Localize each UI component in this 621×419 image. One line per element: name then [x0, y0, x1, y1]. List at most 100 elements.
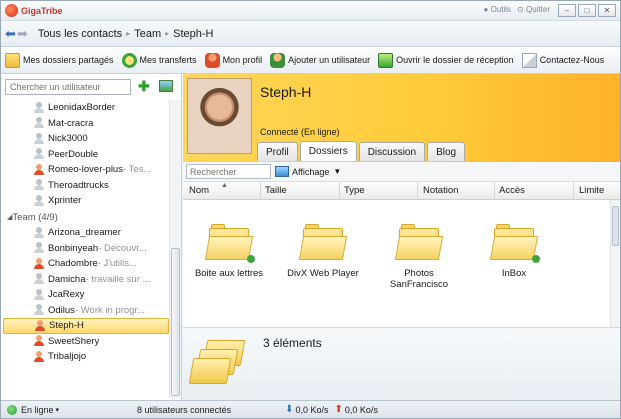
column-rating[interactable]: Notation	[423, 185, 458, 196]
tab-profil[interactable]: Profil	[257, 142, 298, 161]
view-icon	[275, 166, 289, 177]
user-name: Mat-cracra	[48, 117, 94, 129]
tab-discussion[interactable]: Discussion	[358, 142, 426, 161]
user-row[interactable]: JcaRexy	[3, 287, 169, 303]
online-status[interactable]: En ligne ▾	[7, 404, 60, 415]
transfer-rates: ⬇ 0,0 Ko/s ⬆ 0,0 Ko/s	[285, 404, 378, 415]
sort-ascending-icon: ▲	[221, 182, 228, 189]
user-row[interactable]: Romeo-lover-plus - Tes...	[3, 162, 169, 178]
user-name: Theroadtrucks	[48, 179, 109, 191]
maximize-button[interactable]: □	[578, 4, 596, 17]
online-status-icon	[7, 404, 17, 415]
folder-label: InBox	[501, 268, 527, 279]
user-list: LeonidaxBorder Mat-cracra Nick3000 PeerDoub…	[3, 100, 169, 398]
toolbar-open-folder-button[interactable]: Ouvrir le dossier de réception	[378, 52, 514, 68]
files-search-input[interactable]	[186, 164, 271, 179]
add-contact-icon[interactable]: ✚	[138, 79, 150, 93]
tab-dossiers[interactable]: Dossiers	[299, 141, 357, 161]
download-arrow-icon: ⬇	[285, 404, 294, 415]
breadcrumb-item[interactable]: Tous les contacts	[38, 28, 122, 40]
user-row[interactable]: Chadombre - J'utilis...	[3, 256, 169, 272]
group-header[interactable]: ◢ Team (4/9)	[3, 210, 169, 226]
toolbar-add-user-button[interactable]: Ajouter un utilisateur	[270, 52, 370, 68]
user-row[interactable]: Mat-cracra	[3, 116, 169, 132]
user-row[interactable]: Theroadtrucks	[3, 178, 169, 194]
toolbar-transfers-button[interactable]: Mes transferts	[121, 52, 197, 68]
forward-arrow-icon[interactable]: ➡	[17, 26, 28, 42]
toolbar-shared-folders-button[interactable]: Mes dossiers partagés	[5, 52, 114, 68]
folder-item[interactable]: Boite aux lettres	[189, 224, 269, 279]
folder-label: Boite aux lettres	[194, 268, 264, 279]
back-arrow-icon[interactable]: ⬅	[5, 26, 16, 42]
user-name: Nick3000	[48, 133, 88, 145]
profile-header: Steph-H Connecté (En ligne) Profil Dossi…	[183, 74, 620, 162]
user-avatar-icon	[33, 288, 45, 301]
tools-menu[interactable]: ● Outils	[484, 5, 512, 14]
column-name[interactable]: Nom	[189, 185, 209, 196]
profile-status: Connecté (En ligne)	[260, 127, 340, 137]
user-row[interactable]: Xprinter	[3, 193, 169, 209]
app-logo: GigaTribe	[5, 4, 63, 17]
user-row[interactable]: LeonidaxBorder	[3, 100, 169, 116]
folder-item[interactable]: Photos SanFrancisco	[379, 224, 459, 290]
minimize-button[interactable]: –	[558, 4, 576, 17]
online-status-label: En ligne	[21, 404, 54, 415]
folder-item[interactable]: InBox	[474, 224, 554, 279]
user-name: SweetShery	[48, 335, 100, 347]
sidebar-scrollbar[interactable]	[169, 100, 181, 398]
scrollbar-thumb[interactable]	[171, 248, 180, 396]
column-size[interactable]: Taille	[265, 185, 287, 196]
user-name: Damicha	[48, 273, 86, 285]
picture-icon[interactable]	[159, 80, 173, 92]
scrollbar-thumb[interactable]	[612, 206, 619, 246]
folder-label: Photos SanFrancisco	[389, 268, 449, 290]
breadcrumb-item[interactable]: Steph-H	[173, 28, 213, 40]
contact-icon	[521, 52, 537, 68]
user-name: Bonbinyeah	[48, 242, 99, 254]
user-row[interactable]: PeerDouble	[3, 147, 169, 163]
toolbar-label: Mon profil	[222, 55, 263, 65]
column-access[interactable]: Accès	[499, 185, 525, 196]
view-dropdown[interactable]: Affichage ▼	[275, 166, 341, 177]
column-divider[interactable]	[417, 182, 418, 200]
tab-blog[interactable]: Blog	[427, 142, 466, 161]
view-label: Affichage	[292, 166, 330, 177]
files-toolbar: Affichage ▼	[183, 162, 620, 182]
system-menu: ● Outils ⊙ Quitter	[484, 5, 550, 14]
navigation-bar: ⬅ ➡ Tous les contacts ▸ Team ▸ Steph-H	[1, 21, 620, 47]
user-avatar-icon	[33, 148, 45, 160]
user-avatar-icon	[33, 226, 45, 239]
user-name: Odilus	[48, 304, 75, 316]
user-row[interactable]: Nick3000	[3, 131, 169, 147]
column-divider[interactable]	[260, 182, 261, 200]
files-scrollbar[interactable]	[610, 200, 620, 327]
folder-item[interactable]: DivX Web Player	[283, 224, 363, 279]
column-type[interactable]: Type	[344, 185, 365, 196]
download-rate: 0,0 Ko/s	[295, 404, 329, 415]
close-button[interactable]: ✕	[598, 4, 616, 17]
user-search-input[interactable]	[5, 79, 131, 95]
breadcrumb-item[interactable]: Team	[134, 28, 161, 40]
user-row[interactable]: Odilus - Work in progr...	[3, 303, 169, 319]
toolbar-label: Contactez-Nous	[539, 55, 605, 65]
user-row[interactable]: Damicha - travaille sur ...	[3, 272, 169, 288]
status-bar: En ligne ▾ 8 utilisateurs connectés ⬇ 0,…	[1, 400, 620, 418]
toolbar-contact-button[interactable]: Contactez-Nous	[521, 52, 605, 68]
user-row[interactable]: Bonbinyeah - Découvr...	[3, 241, 169, 257]
user-row[interactable]: Tribaljojo	[3, 349, 169, 365]
user-row[interactable]: Steph-H	[3, 318, 169, 334]
toolbar-profile-button[interactable]: Mon profil	[204, 52, 263, 68]
column-limit[interactable]: Limite	[579, 185, 604, 196]
quit-menu[interactable]: ⊙ Quitter	[517, 5, 550, 14]
column-divider[interactable]	[573, 182, 574, 200]
column-divider[interactable]	[494, 182, 495, 200]
user-avatar-icon	[33, 194, 45, 207]
profile-icon	[204, 52, 220, 68]
column-divider[interactable]	[339, 182, 340, 200]
user-row[interactable]: SweetShery	[3, 334, 169, 350]
breadcrumb: Tous les contacts ▸ Team ▸ Steph-H	[38, 28, 214, 40]
user-row[interactable]: Arizona_dreamer	[3, 225, 169, 241]
toolbar-label: Mes transferts	[139, 55, 197, 65]
chevron-down-icon: ▾	[55, 406, 60, 414]
selection-summary: 3 éléments	[183, 327, 620, 400]
